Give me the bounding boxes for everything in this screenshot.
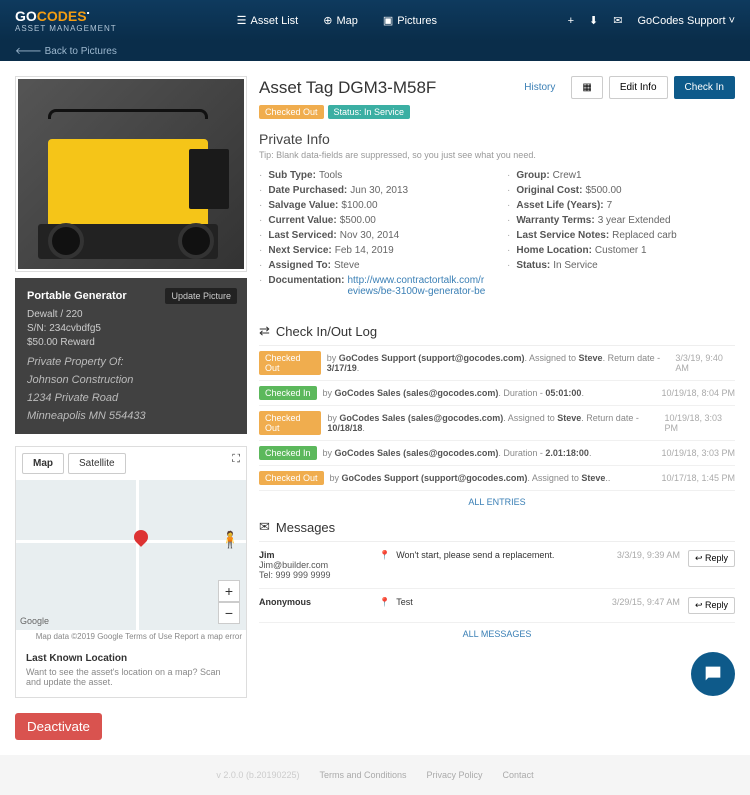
log-row: Checked Outby GoCodes Support (support@g…: [259, 466, 735, 491]
private-info-heading: Private Info: [259, 131, 735, 147]
map-footer-title: Last Known Location: [26, 653, 236, 664]
log-badge: Checked Out: [259, 351, 321, 375]
private-info-row: ·Documentation:http://www.contractortalk…: [259, 273, 487, 299]
back-link[interactable]: 🡐 Back to Pictures: [0, 41, 750, 61]
page-title: Asset Tag DGM3-M58F: [259, 78, 436, 98]
status-badge-checkedout: Checked Out: [259, 105, 324, 119]
chat-icon: [702, 663, 724, 685]
globe-icon: ⊕: [323, 14, 332, 27]
log-row: Checked Inby GoCodes Sales (sales@gocode…: [259, 381, 735, 406]
pin-icon: 📍: [379, 597, 390, 608]
google-logo: Google: [20, 616, 49, 626]
private-info-row: ·Date Purchased:Jun 30, 2013: [259, 183, 487, 198]
add-icon[interactable]: +: [568, 15, 574, 27]
fullscreen-icon[interactable]: ⛶: [232, 453, 240, 474]
asset-info-card: Update Picture Portable Generator Dewalt…: [15, 278, 247, 434]
private-info-row: ·Original Cost:$500.00: [507, 183, 735, 198]
zoom-in-button[interactable]: +: [218, 580, 240, 602]
checklog-heading: ⇄Check In/Out Log: [259, 317, 735, 346]
map-tab-map[interactable]: Map: [22, 453, 64, 474]
map-pin-icon: [131, 527, 151, 547]
user-menu[interactable]: GoCodes Support ˅: [637, 15, 735, 27]
main-nav: ☰Asset List ⊕Map ▣Pictures: [237, 14, 437, 27]
private-info-row: ·Assigned To:Steve: [259, 258, 487, 273]
private-info-row: ·Next Service:Feb 14, 2019: [259, 243, 487, 258]
app-header: GOCODES▪ ASSET MANAGEMENT ☰Asset List ⊕M…: [0, 0, 750, 41]
footer-privacy[interactable]: Privacy Policy: [427, 770, 483, 780]
pegman-icon[interactable]: 🧍: [220, 530, 240, 550]
logo[interactable]: GOCODES▪ ASSET MANAGEMENT: [15, 8, 117, 33]
version-text: v 2.0.0 (b.20190225): [216, 770, 299, 780]
private-info-row: ·Last Service Notes:Replaced carb: [507, 228, 735, 243]
update-picture-button[interactable]: Update Picture: [165, 288, 237, 304]
pin-icon: 📍: [379, 550, 390, 561]
logo-subtitle: ASSET MANAGEMENT: [15, 24, 117, 33]
private-info-row: ·Home Location:Customer 1: [507, 243, 735, 258]
nav-pictures[interactable]: ▣Pictures: [383, 14, 437, 27]
all-messages-link[interactable]: ALL MESSAGES: [259, 623, 735, 645]
message-row: JimJim@builder.comTel: 999 999 9999📍Won'…: [259, 542, 735, 589]
check-in-button[interactable]: Check In: [674, 76, 735, 99]
logo-codes: CODES: [37, 8, 87, 24]
private-info-row: ·Salvage Value:$100.00: [259, 198, 487, 213]
qr-button[interactable]: ▦: [571, 76, 602, 99]
log-badge: Checked Out: [259, 471, 324, 485]
log-row: Checked Outby GoCodes Support (support@g…: [259, 346, 735, 381]
private-info-grid: ·Sub Type:Tools·Date Purchased:Jun 30, 2…: [259, 168, 735, 299]
page-footer: v 2.0.0 (b.20190225) Terms and Condition…: [0, 755, 750, 795]
reply-button[interactable]: ↩ Reply: [688, 597, 735, 614]
history-button[interactable]: History: [514, 76, 565, 99]
map-canvas[interactable]: 🧍 + − Google: [16, 480, 246, 630]
footer-contact[interactable]: Contact: [503, 770, 534, 780]
image-icon: ▣: [383, 14, 393, 27]
private-info-row: ·Group:Crew1: [507, 168, 735, 183]
download-icon[interactable]: ⬇: [589, 14, 598, 27]
zoom-out-button[interactable]: −: [218, 602, 240, 624]
reply-button[interactable]: ↩ Reply: [688, 550, 735, 567]
private-info-row: ·Warranty Terms:3 year Extended: [507, 213, 735, 228]
private-info-row: ·Current Value:$500.00: [259, 213, 487, 228]
log-badge: Checked Out: [259, 411, 321, 435]
map-attribution: Map data ©2019 Google Terms of Use Repor…: [16, 630, 246, 643]
log-row: Checked Inby GoCodes Sales (sales@gocode…: [259, 441, 735, 466]
nav-map[interactable]: ⊕Map: [323, 14, 358, 27]
deactivate-button[interactable]: Deactivate: [15, 713, 102, 740]
asset-image: [15, 76, 247, 272]
footer-terms[interactable]: Terms and Conditions: [319, 770, 406, 780]
map-card: Map Satellite ⛶ 🧍 + − Google Map data ©2…: [15, 446, 247, 698]
swap-icon: ⇄: [259, 323, 270, 339]
private-info-row: ·Status:In Service: [507, 258, 735, 273]
map-tab-satellite[interactable]: Satellite: [68, 453, 126, 474]
log-badge: Checked In: [259, 446, 317, 460]
log-badge: Checked In: [259, 386, 317, 400]
chat-fab[interactable]: [691, 652, 735, 696]
private-info-row: ·Asset Life (Years):7: [507, 198, 735, 213]
list-icon: ☰: [237, 14, 247, 27]
private-info-tip: Tip: Blank data-fields are suppressed, s…: [259, 150, 735, 160]
documentation-link[interactable]: http://www.contractortalk.com/reviews/be…: [347, 275, 487, 297]
header-actions: + ⬇ ✉ GoCodes Support ˅: [568, 14, 735, 27]
message-row: Anonymous📍Test3/29/15, 9:47 AM↩ Reply: [259, 589, 735, 623]
mail-icon[interactable]: ✉: [613, 14, 622, 27]
nav-asset-list[interactable]: ☰Asset List: [237, 14, 299, 27]
log-row: Checked Outby GoCodes Sales (sales@gocod…: [259, 406, 735, 441]
all-entries-link[interactable]: ALL ENTRIES: [259, 491, 735, 513]
envelope-icon: ✉: [259, 519, 270, 535]
map-footer-desc: Want to see the asset's location on a ma…: [26, 667, 236, 687]
messages-heading: ✉Messages: [259, 513, 735, 542]
logo-go: GO: [15, 8, 37, 24]
private-info-row: ·Sub Type:Tools: [259, 168, 487, 183]
status-badge-inservice: Status: In Service: [328, 105, 411, 119]
private-info-row: ·Last Serviced:Nov 30, 2014: [259, 228, 487, 243]
edit-info-button[interactable]: Edit Info: [609, 76, 668, 99]
